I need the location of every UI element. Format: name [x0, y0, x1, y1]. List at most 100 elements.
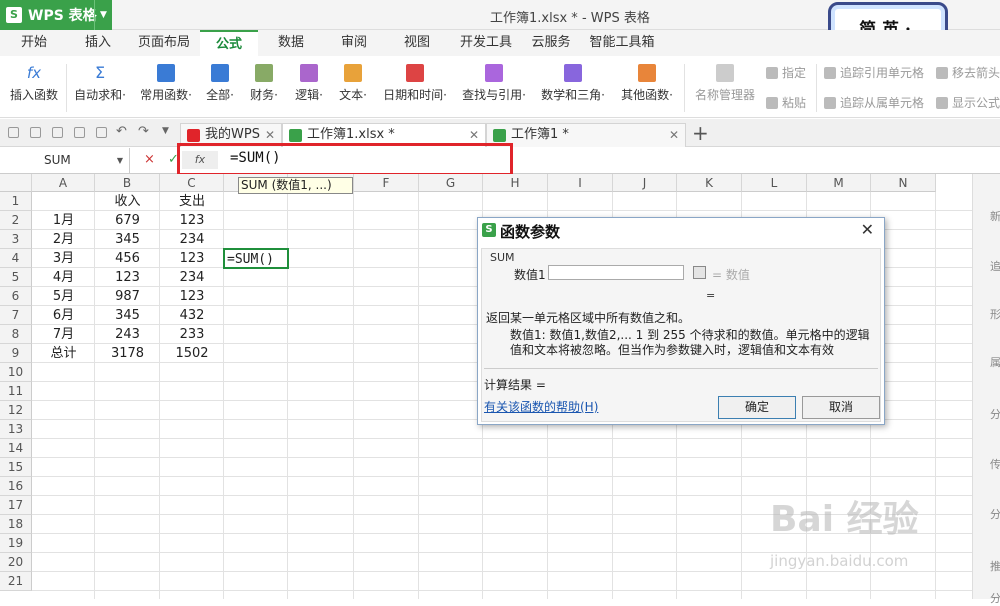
side-panel-label[interactable]: 形	[990, 306, 1000, 322]
range-select-icon[interactable]	[693, 266, 706, 279]
row-header-8[interactable]: 8	[0, 325, 32, 344]
right-side-panel[interactable]	[972, 174, 1000, 599]
table-cell[interactable]: 总计	[32, 344, 95, 363]
chevron-down-icon[interactable]: ▼	[94, 0, 112, 30]
row-header-6[interactable]: 6	[0, 287, 32, 306]
cancel-edit-icon[interactable]: ×	[144, 152, 155, 167]
column-header-K[interactable]: K	[677, 174, 742, 192]
new-icon[interactable]	[8, 127, 19, 138]
ribbon-button-2[interactable]: 全部·	[202, 60, 238, 116]
table-cell[interactable]: 233	[160, 325, 224, 344]
row-header-15[interactable]: 15	[0, 458, 32, 477]
chevron-down-icon[interactable]: ▼	[117, 148, 123, 173]
column-header-C[interactable]: C	[160, 174, 224, 192]
column-header-F[interactable]: F	[354, 174, 419, 192]
active-cell-d4[interactable]: =SUM()	[223, 248, 289, 269]
app-menu-button[interactable]: S WPS 表格 ▼	[0, 0, 112, 30]
column-header-I[interactable]: I	[548, 174, 613, 192]
show-formulas-button[interactable]: 显示公式	[936, 94, 1000, 111]
side-panel-label[interactable]: 属	[990, 354, 1000, 370]
export-pdf-icon[interactable]	[52, 127, 63, 138]
print-icon[interactable]	[74, 127, 85, 138]
table-header-cell[interactable]: 支出	[160, 192, 224, 211]
name-box[interactable]: SUM ▼	[0, 148, 130, 173]
close-icon[interactable]: ✕	[669, 124, 679, 146]
row-header-10[interactable]: 10	[0, 363, 32, 382]
column-header-L[interactable]: L	[742, 174, 807, 192]
ribbon-button-6[interactable]: 日期和时间·	[378, 60, 452, 116]
table-cell[interactable]: 345	[95, 306, 160, 325]
table-cell[interactable]: 432	[160, 306, 224, 325]
table-cell[interactable]: 5月	[32, 287, 95, 306]
ribbon-button-7[interactable]: 查找与引用·	[458, 60, 530, 116]
row-header-13[interactable]: 13	[0, 420, 32, 439]
tab-3[interactable]: 公式	[200, 30, 258, 56]
column-header-J[interactable]: J	[613, 174, 677, 192]
side-panel-label[interactable]: 分	[990, 590, 1000, 606]
name-manager-button[interactable]: 名称管理器	[690, 60, 760, 116]
table-cell[interactable]: 1502	[160, 344, 224, 363]
ok-button[interactable]: 确定	[718, 396, 796, 419]
side-panel-label[interactable]: 分	[990, 506, 1000, 522]
argument-input[interactable]	[548, 265, 684, 280]
table-cell[interactable]: 6月	[32, 306, 95, 325]
row-header-9[interactable]: 9	[0, 344, 32, 363]
table-cell[interactable]: 7月	[32, 325, 95, 344]
table-cell[interactable]: 679	[95, 211, 160, 230]
table-cell[interactable]: 345	[95, 230, 160, 249]
row-header-3[interactable]: 3	[0, 230, 32, 249]
column-header-B[interactable]: B	[95, 174, 160, 192]
table-cell[interactable]: 1月	[32, 211, 95, 230]
table-cell[interactable]: 123	[160, 249, 224, 268]
trace-dependents-button[interactable]: 追踪从属单元格	[824, 94, 924, 111]
ribbon-button-9[interactable]: 其他函数·	[616, 60, 678, 116]
trace-precedents-button[interactable]: 追踪引用单元格	[824, 64, 924, 81]
ribbon-button-8[interactable]: 数学和三角·	[536, 60, 610, 116]
preview-icon[interactable]	[96, 127, 107, 138]
ribbon-button-0[interactable]: Σ 自动求和·	[70, 60, 130, 116]
quick-access-dropdown-icon[interactable]: ▼	[162, 126, 169, 136]
tab-2[interactable]: 页面布局	[128, 30, 200, 56]
tab-7[interactable]: 开发工具	[450, 30, 522, 56]
paste-name-button[interactable]: 粘贴	[766, 94, 806, 111]
undo-icon[interactable]: ↶	[116, 124, 127, 139]
row-header-19[interactable]: 19	[0, 534, 32, 553]
row-header-14[interactable]: 14	[0, 439, 32, 458]
tab-5[interactable]: 审阅	[324, 30, 384, 56]
dialog-title-bar[interactable]: S 函数参数 ✕	[478, 218, 884, 244]
table-header-cell[interactable]: 收入	[95, 192, 160, 211]
row-header-21[interactable]: 21	[0, 572, 32, 591]
ribbon-button-1[interactable]: 常用函数·	[136, 60, 196, 116]
row-header-12[interactable]: 12	[0, 401, 32, 420]
side-panel-label[interactable]: 追	[990, 258, 1000, 274]
table-cell[interactable]: 243	[95, 325, 160, 344]
tab-9[interactable]: 智能工具箱	[580, 30, 664, 56]
side-panel-label[interactable]: 新	[990, 208, 1000, 224]
table-cell[interactable]: 234	[160, 230, 224, 249]
new-tab-icon[interactable]: +	[692, 121, 709, 145]
table-cell[interactable]: 123	[160, 211, 224, 230]
select-all-corner[interactable]	[0, 174, 32, 192]
row-header-7[interactable]: 7	[0, 306, 32, 325]
side-panel-label[interactable]: 推	[990, 558, 1000, 574]
function-help-link[interactable]: 有关该函数的帮助(H)	[484, 398, 598, 415]
table-cell[interactable]: 123	[95, 268, 160, 287]
redo-icon[interactable]: ↷	[138, 124, 149, 139]
row-header-18[interactable]: 18	[0, 515, 32, 534]
cancel-button[interactable]: 取消	[802, 396, 880, 419]
row-header-17[interactable]: 17	[0, 496, 32, 515]
column-header-N[interactable]: N	[871, 174, 936, 192]
table-cell[interactable]: 123	[160, 287, 224, 306]
doc-tab-workbook[interactable]: 工作簿1 * ✕	[486, 123, 686, 147]
row-header-20[interactable]: 20	[0, 553, 32, 572]
side-panel-label[interactable]: 传	[990, 456, 1000, 472]
remove-arrows-button[interactable]: 移去箭头	[936, 64, 1000, 81]
row-header-16[interactable]: 16	[0, 477, 32, 496]
column-header-G[interactable]: G	[419, 174, 483, 192]
tab-4[interactable]: 数据	[258, 30, 324, 56]
side-panel-label[interactable]: 分	[990, 406, 1000, 422]
ribbon-button-5[interactable]: 文本·	[334, 60, 372, 116]
tab-6[interactable]: 视图	[384, 30, 450, 56]
table-cell[interactable]: 4月	[32, 268, 95, 287]
row-header-5[interactable]: 5	[0, 268, 32, 287]
